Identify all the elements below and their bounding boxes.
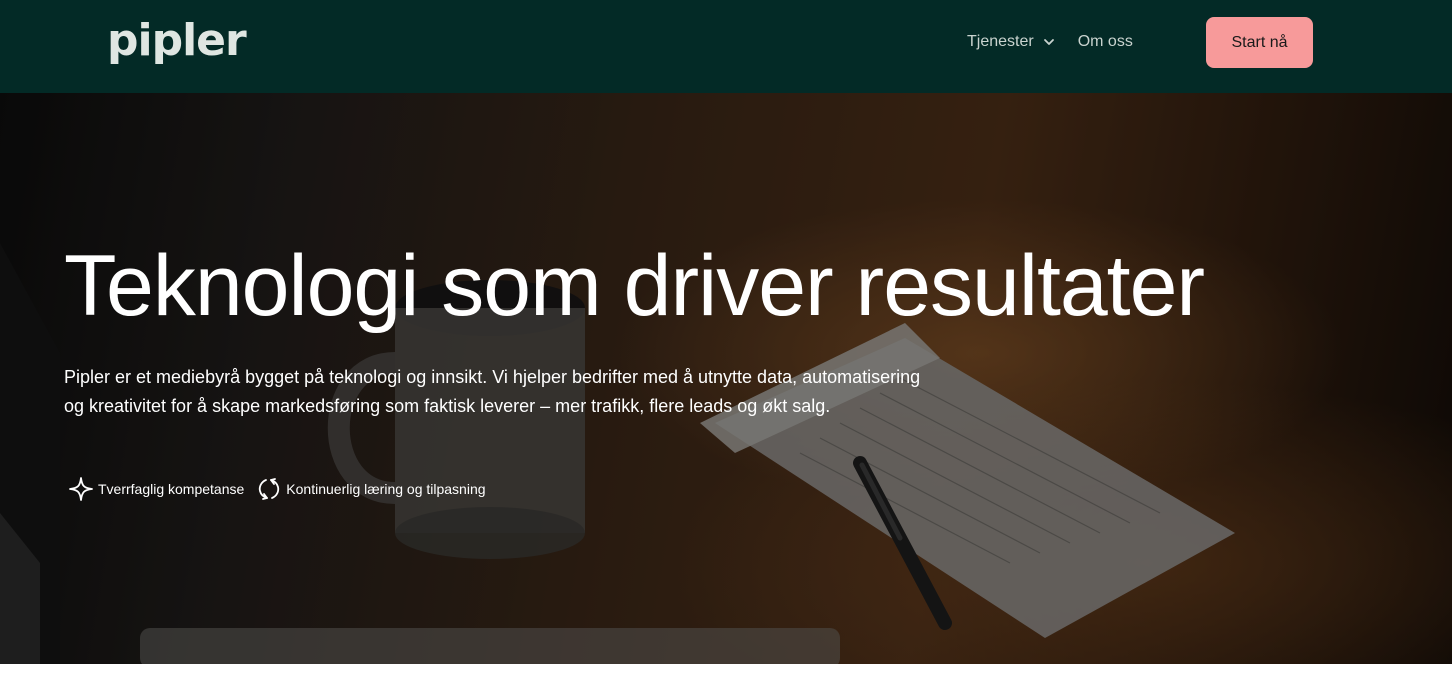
sparkle-icon (69, 477, 93, 501)
feature-item: Tverrfaglig kompetanse (68, 476, 244, 502)
logo[interactable]: pipler (107, 6, 247, 76)
logo-text: pipler (107, 15, 247, 66)
nav-item-tjenester[interactable]: Tjenester (967, 30, 1056, 54)
feature-label: Kontinuerlig læring og tilpasning (286, 481, 486, 497)
hero-description: Pipler er et mediebyrå bygget på teknolo… (64, 367, 921, 416)
nav-item-label: Tjenester (967, 33, 1034, 50)
site-header: pipler Tjenester Om oss Start nå (0, 0, 1452, 93)
nav-item-label: Om oss (1077, 33, 1133, 50)
feature-item: Kontinuerlig læring og tilpasning (256, 476, 486, 502)
page-bottom-strip (0, 664, 1452, 688)
main-nav: Tjenester Om oss (967, 30, 1133, 54)
refresh-icon (259, 478, 280, 500)
nav-item-om-oss[interactable]: Om oss (1078, 30, 1133, 54)
feature-list: Tverrfaglig kompetanse Kontinuerlig læri… (68, 476, 486, 502)
hero-title: Teknologi som driver resultater (64, 238, 1205, 334)
start-now-button[interactable]: Start nå (1206, 17, 1313, 68)
hero-section: Teknologi som driver resultater Pipler e… (0, 93, 1452, 664)
feature-label: Tverrfaglig kompetanse (98, 481, 245, 497)
chevron-down-icon (1043, 39, 1054, 45)
